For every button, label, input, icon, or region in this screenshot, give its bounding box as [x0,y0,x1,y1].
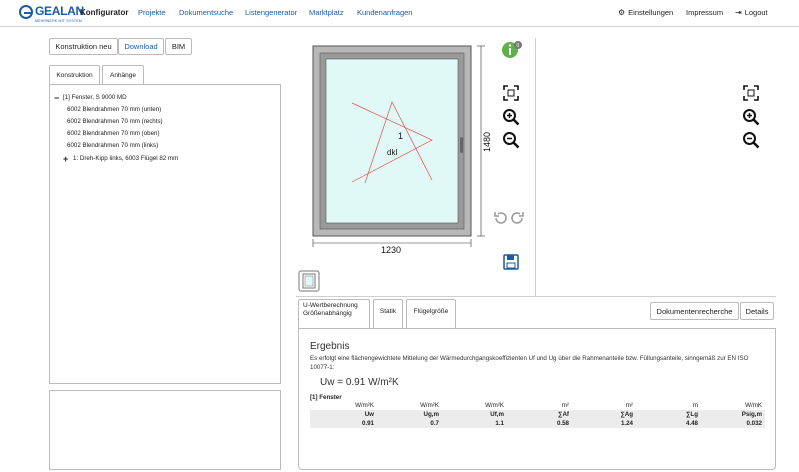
horizontal-divider [296,296,776,297]
unit-cell: m [692,402,698,409]
top-bar: GEALAN MEHRWERK MIT SYSTEM Konfigurator … [0,0,799,27]
expand-plus-icon[interactable]: + [63,155,68,164]
properties-panel [49,390,281,470]
gear-icon: ⚙ [618,8,626,17]
settings-label: Einstellungen [628,8,674,17]
value-cell: 0.032 [746,420,762,427]
redo-icon[interactable] [510,210,526,226]
window-thumbnail-icon[interactable] [298,270,320,292]
logout-label: Logout [744,8,768,17]
tab-u-wert[interactable]: U-Wertberechnung Größenabhängig [298,299,370,329]
tree-item[interactable]: 6002 Blendrahmen 70 mm (oben) [67,130,160,137]
nav-kundenanfragen[interactable]: Kundenanfragen [357,8,412,17]
logo-text: GEALAN [35,4,84,18]
result-title: Ergebnis [310,341,350,352]
tab-anhaenge[interactable]: Anhänge [102,65,144,85]
gealan-logo[interactable]: GEALAN MEHRWERK MIT SYSTEM [19,4,84,24]
new-construction-button[interactable]: Konstruktion neu [49,38,118,55]
header-cell: Uf,m [490,411,504,418]
tab-statik[interactable]: Statik [373,299,403,329]
header-cell: ∑Af [558,411,569,418]
nav-marktplatz[interactable]: Marktplatz [309,8,344,17]
tree-item[interactable]: 6002 Blendrahmen 70 mm (links) [67,142,158,149]
unit-cell: W/m²K [420,402,439,409]
info-icon[interactable]: 0 [500,40,524,60]
save-icon[interactable] [503,254,519,270]
fit-to-screen-icon-right[interactable] [742,84,760,102]
header-cell: Uw [364,411,374,418]
construction-tree-panel [49,84,281,384]
value-cell: 4.48 [685,420,698,427]
value-cell: 1.24 [620,420,633,427]
header-cell: ∑Lg [686,411,698,418]
logo-subtitle: MEHRWERK MIT SYSTEM [35,19,82,23]
logout-link[interactable]: ⇥ Logout [735,8,768,17]
logout-icon: ⇥ [735,8,742,17]
unit-cell: m² [625,402,633,409]
zoom-in-icon[interactable] [502,108,520,126]
tree-sub-item[interactable]: 1: Dreh-Kipp links, 6003 Flügel 82 mm [73,155,178,162]
unit-cell: W/m²K [355,402,374,409]
height-label: 1480 [482,132,492,152]
unit-cell: m² [561,402,569,409]
zoom-out-icon[interactable] [502,131,520,149]
settings-link[interactable]: ⚙ Einstellungen [618,8,673,17]
result-description: Es erfolgt eine flächengewichtete Mittel… [310,355,749,371]
value-cell: 0.91 [361,420,374,427]
sash-number: 1 [398,131,403,141]
value-cell: 1.1 [495,420,504,427]
value-cell: 0.7 [430,420,439,427]
bim-button[interactable]: BIM [165,38,192,55]
header-cell: ∑Ag [620,411,633,418]
window-glass [325,58,459,224]
unit-cell: W/mK [745,402,762,409]
result-panel [298,328,776,470]
document-research-button[interactable]: Dokumentenrecherche [650,302,739,320]
header-cell: Psig,m [741,411,762,418]
zoom-in-icon-right[interactable] [742,108,760,126]
nav-projekte[interactable]: Projekte [138,8,166,17]
impressum-link[interactable]: Impressum [686,8,723,17]
tree-root-item[interactable]: [1] Fenster, S 9000 MD [63,94,127,101]
info-badge-count: 0 [517,43,520,49]
app-brand: Konfigurator [80,8,129,17]
unit-cell: W/m²K [485,402,504,409]
nav-listengenerator[interactable]: Listengenerator [245,8,297,17]
window-handle [460,137,463,153]
width-label: 1230 [381,245,401,255]
view-divider [535,38,536,296]
tree-item[interactable]: 6002 Blendrahmen 70 mm (rechts) [67,118,163,125]
tree-item[interactable]: 6002 Blendrahmen 70 mm (unten) [67,106,161,113]
undo-icon[interactable] [492,210,508,226]
sash-code: dkl [387,148,397,157]
tab-konstruktion[interactable]: Konstruktion [49,65,100,85]
impressum-label: Impressum [686,8,724,17]
collapse-minus-icon[interactable]: − [54,94,59,103]
nav-dokumentsuche[interactable]: Dokumentsuche [179,8,233,17]
zoom-out-icon-right[interactable] [742,131,760,149]
fit-to-screen-icon[interactable] [502,84,520,102]
result-section-title: [1] Fenster [310,394,342,401]
header-cell: Ug,m [423,411,439,418]
details-button[interactable]: Details [740,302,774,320]
logo-mark-icon [19,5,33,19]
value-cell: 0.58 [556,420,569,427]
uw-value: Uw = 0.91 W/m²K [320,377,399,388]
tab-fluegelgroesse[interactable]: Flügelgröße [406,299,456,329]
download-button[interactable]: Download [118,38,164,55]
window-drawing[interactable]: 1 dkl 1230 1480 [305,40,495,260]
